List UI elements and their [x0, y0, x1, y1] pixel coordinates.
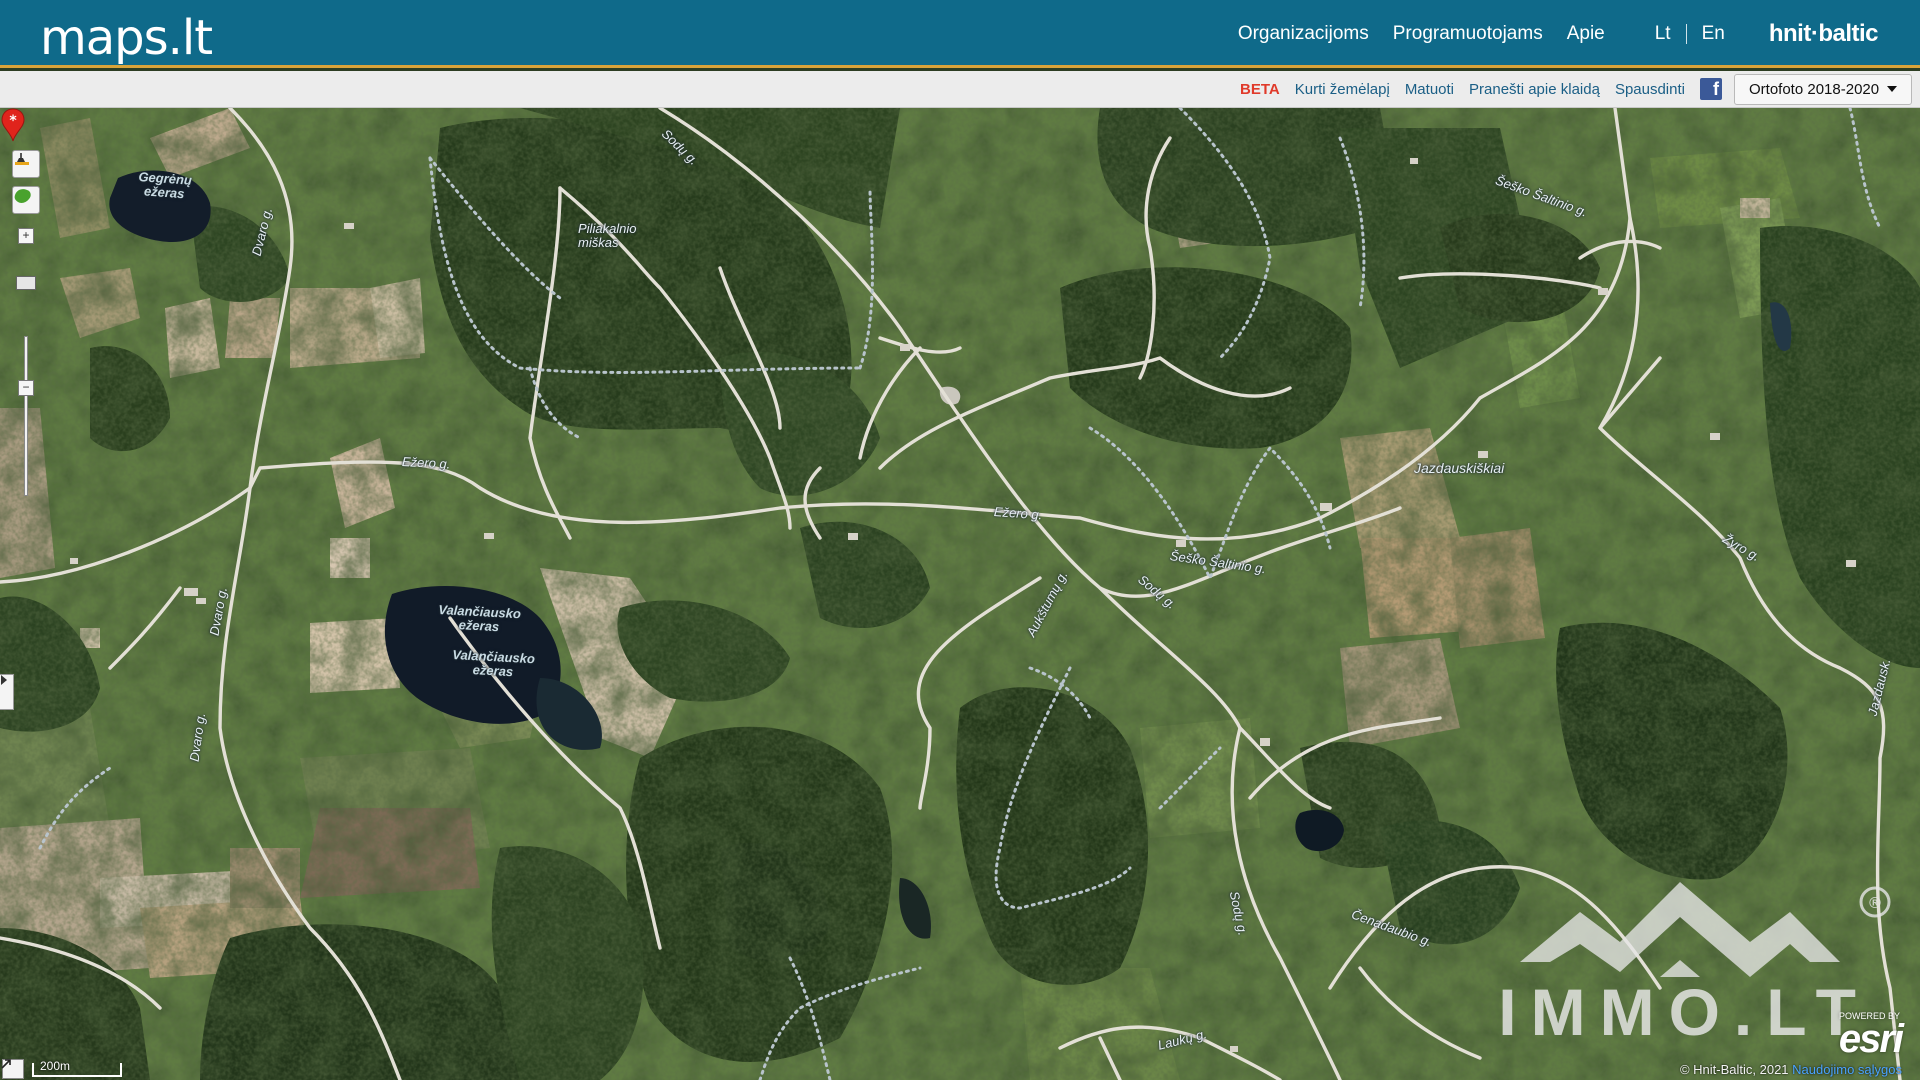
hnit-baltic-logo[interactable]: hnit·baltic — [1769, 20, 1879, 48]
top-nav: Organizacijoms Programuotojams Apie Lt E… — [1238, 0, 1920, 68]
village-label: Jazdauskiškiai — [1414, 460, 1505, 476]
lithuania-map-icon — [14, 189, 31, 203]
svg-text:®: ® — [1869, 895, 1881, 912]
lang-lt[interactable]: Lt — [1655, 23, 1671, 45]
map-extent-button[interactable] — [12, 186, 40, 214]
esri-powered-by: POWERED BY — [1838, 1011, 1900, 1021]
create-map-link[interactable]: Kurti žemėlapį — [1295, 81, 1390, 98]
lake-label-gegrenu: Gegrėnų ežeras — [138, 169, 193, 202]
svg-text:*: * — [9, 113, 17, 129]
language-switch: Lt En — [1655, 23, 1725, 45]
print-link[interactable]: Spausdinti — [1615, 81, 1685, 98]
beta-badge: BETA — [1240, 80, 1280, 98]
report-error-link[interactable]: Pranešti apie klaidą — [1469, 81, 1600, 98]
basemap-layer-value: Ortofoto 2018-2020 — [1749, 80, 1880, 98]
esri-name: esri — [1838, 1017, 1904, 1061]
location-pin-icon[interactable]: * — [0, 108, 26, 142]
chevron-down-icon — [1887, 86, 1897, 92]
lake-label-valanciausko-1: Valančiausko ežeras — [438, 602, 522, 635]
top-header: maps.lt Organizacijoms Programuotojams A… — [0, 0, 1920, 68]
terms-of-use-link[interactable]: Naudojimo sąlygos — [1792, 1062, 1902, 1077]
nav-developers[interactable]: Programuotojams — [1393, 23, 1543, 45]
forest-label: Piliakalnio miškas — [578, 221, 637, 250]
maps-lt-logo[interactable]: maps.lt — [40, 10, 213, 66]
scale-area: 200m — [0, 1058, 122, 1080]
map-attribution: © Hnit-Baltic, 2021 Naudojimo sąlygos — [1680, 1062, 1902, 1077]
facebook-icon[interactable]: f — [1700, 78, 1722, 100]
road-label-ezero-1: Ežero g. — [401, 454, 451, 472]
watermark-text: IMMO.LT — [1498, 975, 1870, 1049]
expand-arrow-icon — [1, 1059, 11, 1069]
zoom-slider-track[interactable] — [24, 336, 28, 496]
side-panel-toggle[interactable] — [0, 674, 14, 710]
nav-organizations[interactable]: Organizacijoms — [1238, 23, 1369, 45]
scale-bar: 200m — [32, 1059, 122, 1077]
layers-icon — [15, 153, 29, 165]
map-toolbar: BETA Kurti žemėlapį Matuoti Pranešti api… — [0, 71, 1920, 108]
overview-toggle-button[interactable] — [1, 1059, 24, 1079]
chevron-right-icon — [1, 675, 7, 685]
layers-tool-button[interactable] — [12, 150, 40, 178]
copyright-text: © Hnit-Baltic, 2021 — [1679, 1062, 1789, 1077]
lake-label-valanciausko-2: Valančiausko ežeras — [452, 647, 536, 680]
zoom-slider-handle[interactable] — [16, 276, 36, 290]
measure-link[interactable]: Matuoti — [1405, 81, 1454, 98]
lang-divider — [1685, 24, 1687, 44]
zoom-out-button[interactable]: − — [18, 380, 34, 396]
scale-label: 200m — [40, 1059, 71, 1073]
esri-logo[interactable]: esri POWERED BY — [1838, 1011, 1904, 1062]
map-canvas[interactable]: Gegrėnų ežeras Piliakalnio miškas Valanč… — [0, 108, 1920, 1080]
basemap-layer-select[interactable]: Ortofoto 2018-2020 — [1734, 73, 1912, 105]
nav-about[interactable]: Apie — [1567, 23, 1605, 45]
zoom-in-button[interactable]: + — [18, 228, 34, 244]
lang-en[interactable]: En — [1702, 23, 1725, 45]
